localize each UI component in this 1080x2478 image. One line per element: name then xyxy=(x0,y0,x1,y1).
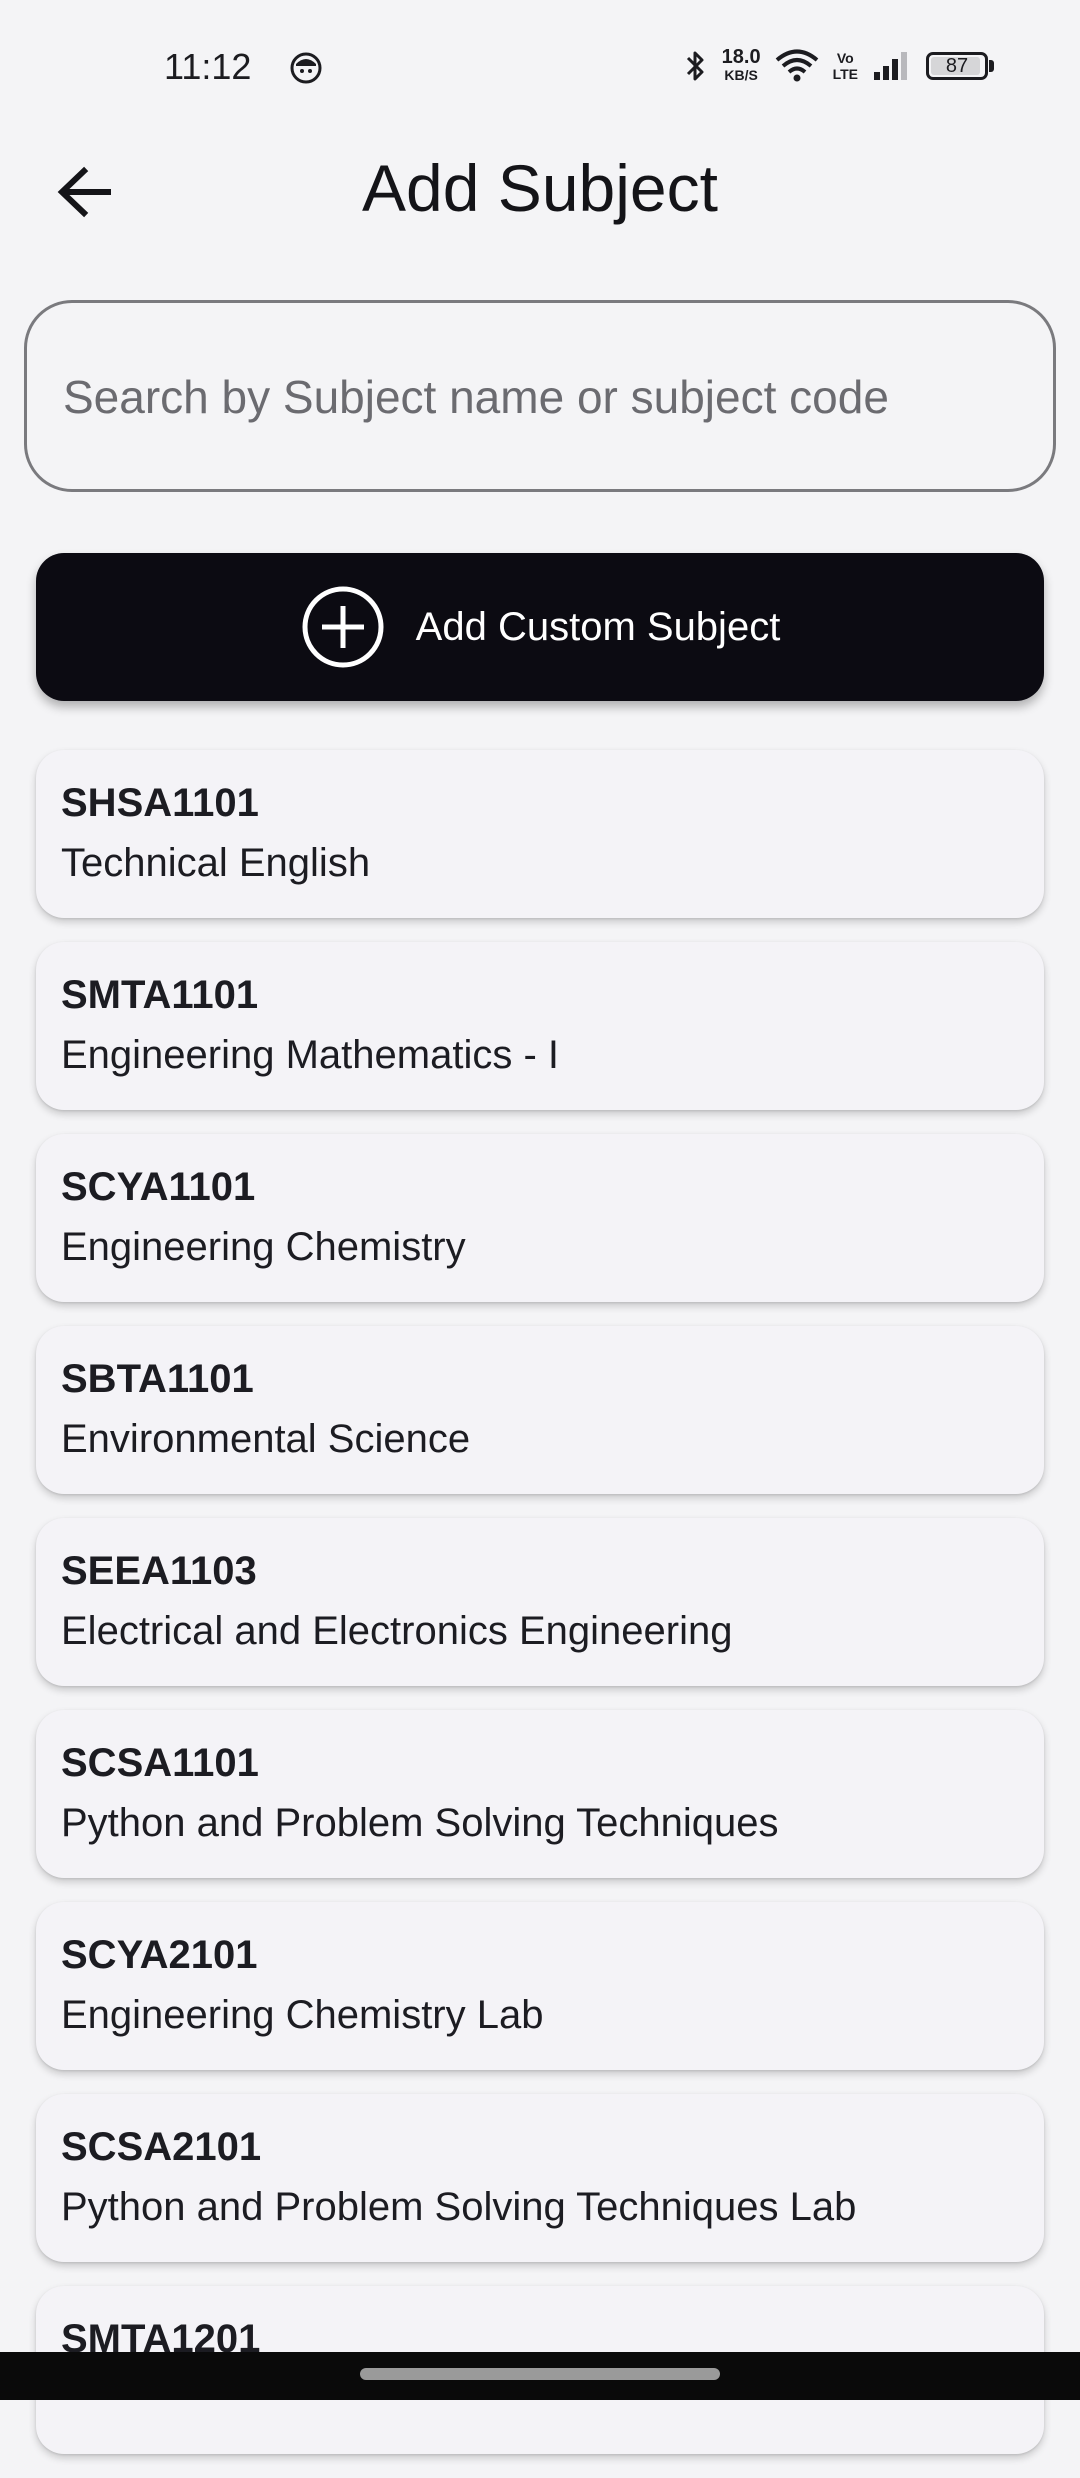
subject-code: SBTA1101 xyxy=(61,1357,254,1401)
subject-name: Technical English xyxy=(61,841,371,885)
notification-face-icon xyxy=(290,52,322,84)
subject-name: Electrical and Electronics Engineering xyxy=(61,1609,733,1653)
subject-name: Environmental Science xyxy=(61,1417,471,1461)
subject-card[interactable]: SCSA1101 Python and Problem Solving Tech… xyxy=(36,1710,1044,1878)
subject-card[interactable]: SMTA1101 Engineering Mathematics - I xyxy=(36,942,1044,1110)
subject-code: SCSA2101 xyxy=(61,2125,262,2169)
network-speed: 18.0 KB/S xyxy=(721,46,761,84)
bluetooth-icon xyxy=(686,51,704,81)
subject-name: Engineering Chemistry xyxy=(61,1225,466,1269)
add-circle-icon xyxy=(302,586,384,668)
search-field[interactable] xyxy=(24,300,1056,492)
status-bar: 11:12 18.0 KB/S Vo LTE 87 xyxy=(0,0,1080,136)
subject-code: SCSA1101 xyxy=(61,1741,259,1785)
add-custom-subject-label: Add Custom Subject xyxy=(415,604,781,649)
status-time: 11:12 xyxy=(164,46,252,87)
subject-list: SHSA1101 Technical English SMTA1101 Engi… xyxy=(36,750,1044,2478)
subject-code: SCYA2101 xyxy=(61,1933,258,1977)
subject-card[interactable]: SCSA2101 Python and Problem Solving Tech… xyxy=(36,2094,1044,2262)
battery-body: 87 xyxy=(926,52,988,80)
subject-card[interactable]: SBTA1101 Environmental Science xyxy=(36,1326,1044,1494)
page-title: Add Subject xyxy=(362,151,718,225)
subject-name: Python and Problem Solving Techniques La… xyxy=(61,2185,857,2229)
status-icons: 18.0 KB/S Vo LTE 87 xyxy=(684,44,994,88)
subject-code: SHSA1101 xyxy=(61,781,259,825)
network-speed-value: 18.0 xyxy=(721,46,761,68)
add-custom-subject-button[interactable]: Add Custom Subject xyxy=(36,553,1044,701)
subject-code: SMTA1101 xyxy=(61,973,259,1017)
subject-code: SCYA1101 xyxy=(61,1165,256,1209)
subject-name: Engineering Chemistry Lab xyxy=(61,1993,544,2037)
battery-icon: 87 xyxy=(926,52,994,80)
home-indicator[interactable] xyxy=(360,2368,720,2380)
volte-indicator: Vo LTE xyxy=(833,50,858,82)
wifi-icon xyxy=(775,49,818,82)
subject-code: SEEA1103 xyxy=(61,1549,257,1593)
signal-icon xyxy=(874,52,907,80)
subject-card[interactable]: SHSA1101 Technical English xyxy=(36,750,1044,918)
battery-level: 87 xyxy=(945,54,969,77)
volte-top: Vo xyxy=(836,50,854,66)
volte-bottom: LTE xyxy=(832,66,858,82)
subject-card[interactable]: SEEA1103 Electrical and Electronics Engi… xyxy=(36,1518,1044,1686)
subject-card[interactable]: SCYA1101 Engineering Chemistry xyxy=(36,1134,1044,1302)
network-speed-unit: KB/S xyxy=(724,67,758,83)
search-input[interactable] xyxy=(61,303,1025,491)
subject-card[interactable]: SCYA2101 Engineering Chemistry Lab xyxy=(36,1902,1044,2070)
subject-name: Engineering Mathematics - I xyxy=(61,1033,560,1077)
subject-name: Python and Problem Solving Techniques xyxy=(61,1801,779,1845)
